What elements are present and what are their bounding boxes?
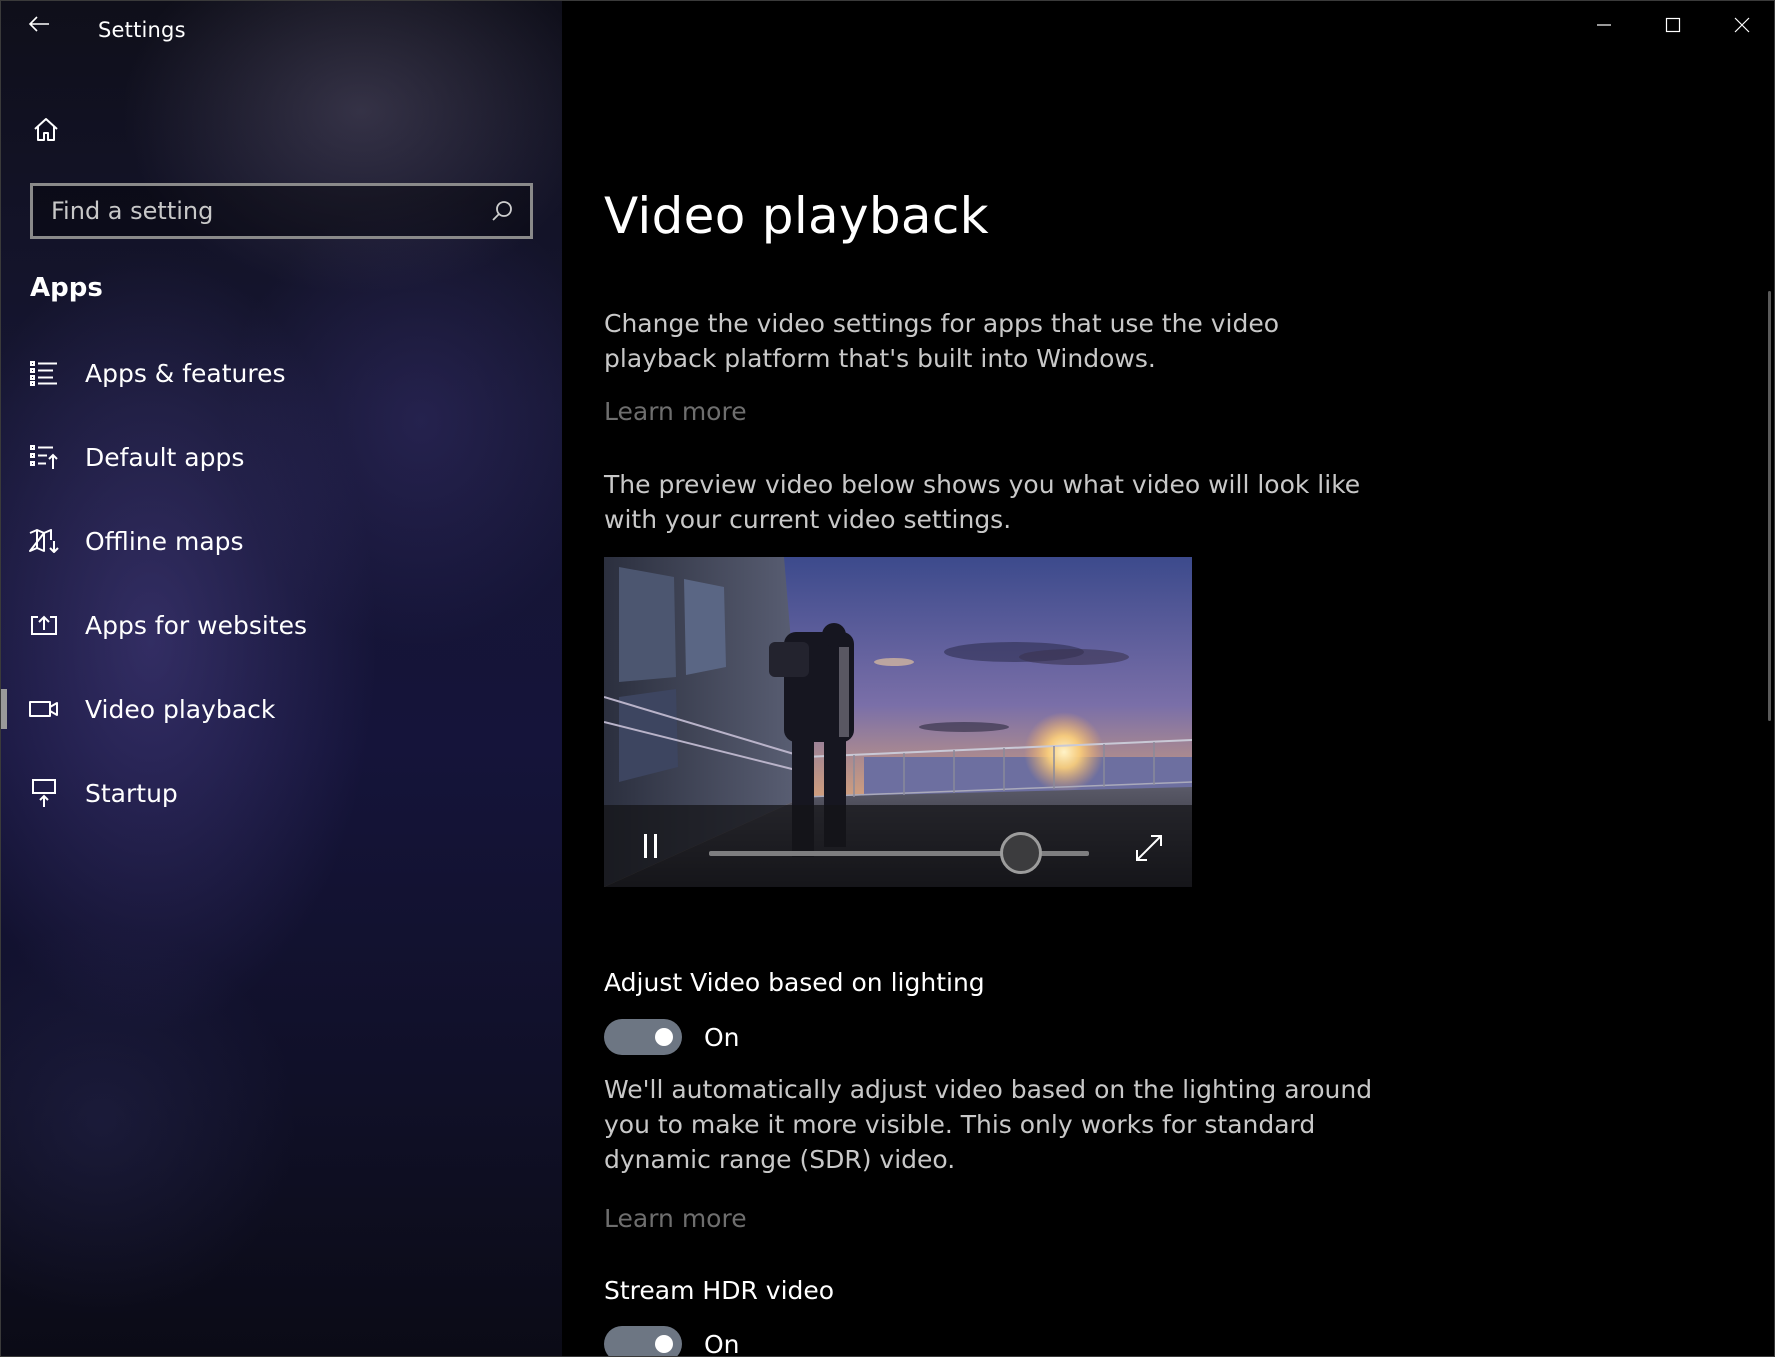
back-button[interactable] — [23, 11, 55, 37]
maximize-button[interactable] — [1638, 1, 1707, 49]
page-title: Video playback — [604, 187, 989, 245]
adjust-lighting-description: We'll automatically adjust video based o… — [604, 1075, 1373, 1174]
adjust-lighting-label: Adjust Video based on lighting — [604, 968, 985, 997]
apps-for-websites-icon — [27, 608, 61, 642]
sidebar-item-video-playback[interactable]: Video playback — [1, 667, 562, 751]
seek-thumb[interactable] — [999, 832, 1042, 874]
sidebar-item-label: Default apps — [85, 442, 245, 472]
window-controls — [1569, 1, 1774, 49]
home-icon — [34, 118, 58, 141]
intro-text: Change the video settings for apps that … — [604, 309, 1280, 373]
video-controls — [604, 805, 1192, 887]
sidebar-item-label: Video playback — [85, 694, 276, 724]
toggle-knob — [655, 1335, 673, 1353]
sidebar-item-label: Apps & features — [85, 358, 286, 388]
sidebar-item-label: Startup — [85, 778, 178, 808]
settings-window: Settings Apps — [0, 0, 1775, 1357]
video-camera-icon — [27, 692, 61, 726]
sidebar-item-apps-features[interactable]: Apps & features — [1, 331, 562, 415]
search-icon[interactable] — [482, 191, 522, 231]
sidebar-item-offline-maps[interactable]: Offline maps — [1, 499, 562, 583]
app-title: Settings — [98, 18, 186, 42]
fullscreen-icon — [1136, 835, 1162, 861]
sidebar-item-label: Offline maps — [85, 526, 244, 556]
video-preview[interactable] — [604, 557, 1192, 887]
sidebar-item-default-apps[interactable]: Default apps — [1, 415, 562, 499]
minimize-icon — [1596, 24, 1611, 26]
adjust-lighting-toggle[interactable] — [604, 1019, 682, 1055]
adjust-lighting-toggle-row: On — [604, 1019, 740, 1055]
stream-hdr-state: On — [704, 1329, 740, 1357]
adjust-lighting-state: On — [704, 1022, 740, 1052]
sidebar-item-label: Apps for websites — [85, 610, 308, 640]
learn-more-link[interactable]: Learn more — [604, 397, 747, 426]
title-bar: Settings — [1, 1, 562, 61]
sidebar-item-startup[interactable]: Startup — [1, 751, 562, 835]
sidebar-nav: Apps & features Default apps Offline map… — [1, 331, 562, 835]
section-title: Apps — [30, 273, 103, 303]
home-button[interactable] — [29, 113, 63, 145]
stream-hdr-toggle[interactable] — [604, 1326, 682, 1356]
fullscreen-button[interactable] — [1130, 829, 1168, 867]
minimize-button[interactable] — [1569, 1, 1638, 49]
offline-maps-icon — [27, 524, 61, 558]
search-box — [30, 183, 533, 239]
preview-description: The preview video below shows you what v… — [604, 470, 1361, 534]
main-content: Video playback Change the video settings… — [562, 1, 1774, 1357]
sidebar-item-apps-for-websites[interactable]: Apps for websites — [1, 583, 562, 667]
sidebar: Settings Apps — [1, 1, 562, 1356]
back-arrow-icon — [28, 16, 49, 32]
adjust-lighting-learn-more-link[interactable]: Learn more — [604, 1204, 747, 1233]
maximize-icon — [1665, 17, 1680, 33]
stream-hdr-toggle-row: On — [604, 1326, 740, 1357]
toggle-knob — [655, 1028, 673, 1046]
pause-icon — [644, 834, 657, 858]
startup-icon — [27, 776, 61, 810]
default-apps-icon — [27, 440, 61, 474]
scrollbar[interactable] — [1768, 291, 1771, 721]
pause-button[interactable] — [634, 829, 668, 863]
apps-features-icon — [27, 356, 61, 390]
stream-hdr-label: Stream HDR video — [604, 1276, 835, 1305]
close-button[interactable] — [1707, 1, 1774, 49]
search-input[interactable] — [33, 186, 482, 236]
close-icon — [1734, 17, 1749, 33]
seek-bar[interactable] — [709, 832, 1089, 874]
